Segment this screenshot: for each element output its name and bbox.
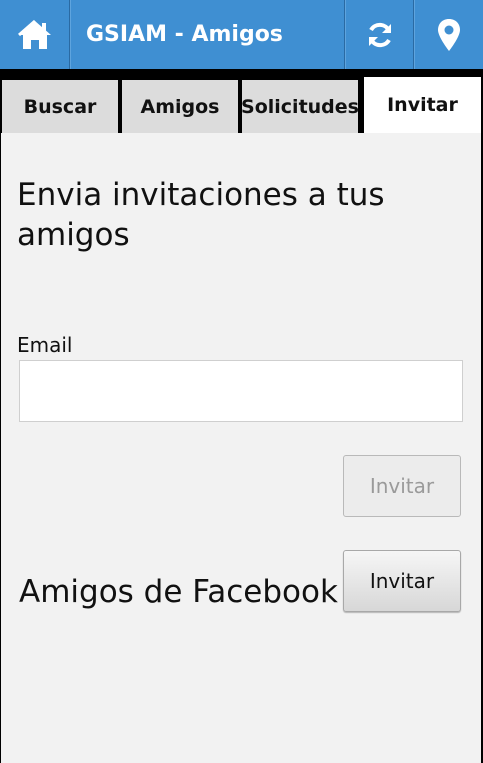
invite-email-button[interactable]: Invitar	[343, 455, 461, 517]
tab-solicitudes[interactable]: Solicitudes	[241, 80, 359, 133]
tab-invitar[interactable]: Invitar	[364, 77, 481, 133]
email-label: Email	[17, 333, 73, 357]
tab-bar: Buscar Amigos Solicitudes Invitar	[0, 77, 483, 133]
tab-buscar[interactable]: Buscar	[2, 80, 118, 133]
facebook-heading: Amigos de Facebook	[19, 574, 338, 610]
invite-panel: Envia invitaciones a tus amigos Email In…	[1, 133, 481, 763]
location-button[interactable]	[415, 0, 483, 69]
page-title: GSIAM - Amigos	[86, 22, 283, 47]
home-button[interactable]	[0, 0, 69, 69]
email-field[interactable]	[19, 360, 463, 422]
tab-amigos[interactable]: Amigos	[122, 80, 238, 133]
action-bar: GSIAM - Amigos	[0, 0, 483, 70]
header-divider	[0, 69, 483, 77]
refresh-button[interactable]	[346, 0, 413, 69]
home-icon	[17, 19, 51, 49]
refresh-icon	[368, 22, 391, 47]
invite-heading: Envia invitaciones a tus amigos	[17, 177, 385, 253]
invite-facebook-button[interactable]: Invitar	[343, 550, 461, 612]
location-pin-icon	[438, 18, 460, 51]
